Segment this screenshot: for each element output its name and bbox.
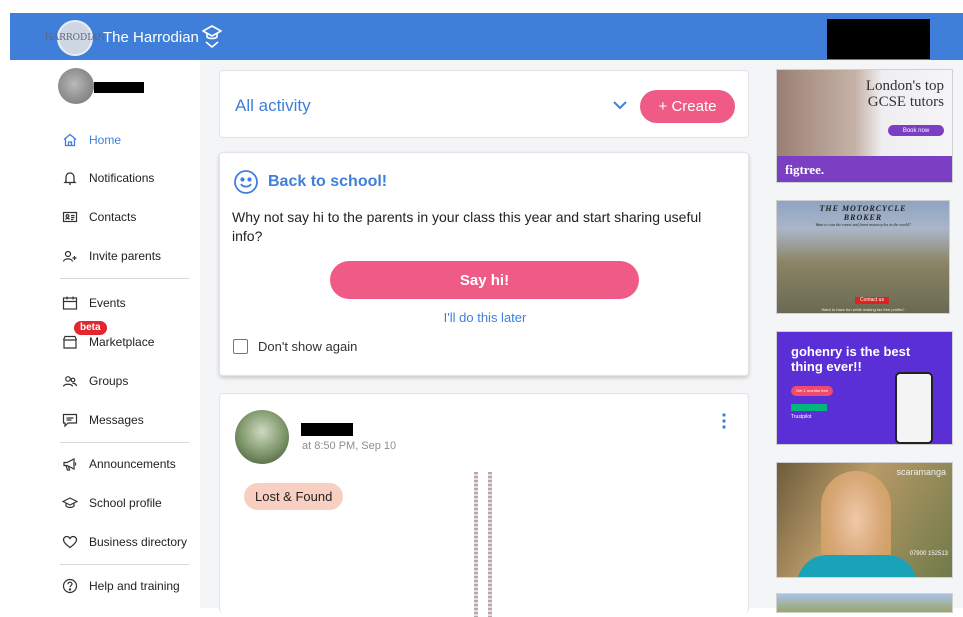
heart-icon bbox=[62, 535, 78, 549]
home-icon bbox=[63, 133, 77, 147]
sidebar-item-label: Marketplace bbox=[89, 335, 155, 349]
sidebar-item-announcements[interactable]: Announcements bbox=[62, 454, 176, 474]
ad-gohenry[interactable]: gohenry is the best thing ever!! Get 1 m… bbox=[776, 331, 953, 445]
say-hi-button[interactable]: Say hi! bbox=[330, 261, 639, 299]
activity-filter-card: All activity + Create bbox=[219, 70, 749, 138]
message-icon bbox=[62, 413, 78, 428]
help-icon bbox=[62, 578, 78, 594]
redacted-author-name[interactable] bbox=[301, 423, 353, 436]
post-timestamp: at 8:50 PM, Sep 10 bbox=[302, 440, 397, 452]
ad-photo-shirt bbox=[797, 555, 917, 577]
graduation-cap-icon bbox=[62, 497, 78, 509]
sidebar-item-label: Events bbox=[89, 296, 126, 310]
post-author-avatar[interactable] bbox=[235, 410, 289, 464]
ad-headline-text: THE MOTORCYCLE BROKER bbox=[819, 204, 907, 222]
ad-contact-badge: Contact us bbox=[855, 297, 889, 304]
ad-figtree[interactable]: London's top GCSE tutors Book now figtre… bbox=[776, 69, 953, 183]
sidebar-item-school-profile[interactable]: School profile bbox=[62, 493, 162, 513]
top-bar bbox=[0, 0, 963, 60]
sidebar-item-business-directory[interactable]: Business directory bbox=[62, 532, 187, 552]
post-image-necklace bbox=[488, 472, 492, 617]
sidebar-item-label: School profile bbox=[89, 496, 162, 510]
ad-footer-text: Want to have fun while making tax free p… bbox=[821, 307, 905, 312]
ad-headline: THE MOTORCYCLE BROKER Want to own the rar… bbox=[777, 204, 949, 227]
sidebar-item-label: Business directory bbox=[89, 535, 188, 549]
ad-cta-text: Get 1 months free bbox=[795, 388, 828, 393]
ad-phone-image bbox=[895, 372, 933, 444]
sidebar-item-home[interactable]: Home bbox=[62, 130, 121, 150]
sidebar-divider bbox=[60, 442, 189, 443]
add-user-icon bbox=[62, 250, 77, 262]
megaphone-icon bbox=[63, 458, 77, 471]
sidebar-divider bbox=[60, 278, 189, 279]
ad-subline: Want to own the rarest and finest motorc… bbox=[815, 222, 911, 227]
activity-filter-dropdown[interactable]: All activity bbox=[235, 96, 311, 116]
school-name[interactable]: The Harrodian bbox=[103, 29, 199, 46]
sidebar-item-label: Notifications bbox=[89, 171, 155, 185]
sidebar-item-events[interactable]: Events bbox=[62, 293, 126, 313]
dont-show-again[interactable]: Don't show again bbox=[233, 339, 357, 354]
calendar-icon bbox=[62, 296, 78, 310]
ad-book-button: Book now bbox=[888, 125, 944, 136]
sidebar-item-invite-parents[interactable]: Invite parents bbox=[62, 246, 161, 266]
sidebar-item-label: Groups bbox=[89, 374, 129, 388]
chevron-down-icon[interactable] bbox=[612, 99, 628, 111]
sidebar-item-label: Invite parents bbox=[89, 249, 162, 263]
bell-icon bbox=[63, 172, 77, 185]
sidebar-item-label: Home bbox=[89, 133, 122, 147]
ad-cta-pill: Get 1 months free bbox=[791, 386, 833, 396]
sidebar-divider bbox=[60, 564, 189, 565]
sidebar-item-groups[interactable]: Groups bbox=[62, 371, 128, 391]
ad-contact-badge-text: Contact us bbox=[860, 297, 884, 303]
sidebar-item-notifications[interactable]: Notifications bbox=[62, 168, 154, 188]
sidebar-item-messages[interactable]: Messages bbox=[62, 410, 144, 430]
contact-card-icon bbox=[62, 211, 78, 223]
ad-brand: scaramanga bbox=[896, 467, 946, 477]
smiley-icon bbox=[234, 170, 258, 194]
redacted-user-menu[interactable] bbox=[827, 19, 930, 59]
sidebar-item-label: Contacts bbox=[89, 210, 137, 224]
ad-headline: gohenry is the best thing ever!! bbox=[791, 344, 911, 374]
ad-headline: London's top GCSE tutors bbox=[865, 78, 944, 110]
school-logo[interactable]: HARRODIAN bbox=[45, 20, 105, 56]
sidebar-item-marketplace[interactable]: Marketplace bbox=[62, 332, 154, 352]
post-image-necklace bbox=[474, 472, 478, 617]
dont-show-label: Don't show again bbox=[258, 339, 358, 354]
ad-landscape[interactable] bbox=[776, 593, 953, 613]
graduation-cap-chevron-icon[interactable] bbox=[201, 24, 223, 52]
do-later-link-text[interactable]: I'll do this later bbox=[444, 310, 527, 325]
avatar[interactable] bbox=[58, 68, 94, 104]
ad-motorcycle-broker[interactable]: THE MOTORCYCLE BROKER Want to own the rar… bbox=[776, 200, 950, 314]
sidebar-item-help[interactable]: Help and training bbox=[62, 576, 180, 596]
school-logo-caption: HARRODIAN bbox=[44, 33, 106, 43]
card-title: Back to school! bbox=[268, 173, 388, 190]
card-text: Why not say hi to the parents in your cl… bbox=[232, 209, 702, 244]
more-options-icon[interactable] bbox=[720, 412, 728, 430]
post-card: at 8:50 PM, Sep 10 Lost & Found bbox=[219, 393, 749, 617]
ad-scaramanga[interactable]: scaramanga 07900 152513 bbox=[776, 462, 953, 578]
shop-icon bbox=[62, 335, 78, 349]
redacted-user-name bbox=[94, 82, 144, 93]
ad-brand: figtree. bbox=[785, 162, 825, 177]
dont-show-checkbox[interactable] bbox=[233, 339, 248, 354]
sidebar-item-contacts[interactable]: Contacts bbox=[62, 207, 136, 227]
back-to-school-card: Back to school! Why not say hi to the pa… bbox=[219, 152, 749, 376]
create-button[interactable]: + Create bbox=[640, 90, 735, 123]
do-later-link: I'll do this later bbox=[220, 310, 750, 325]
ad-rating-source: Trustpilot bbox=[791, 414, 812, 420]
trustpilot-stars bbox=[791, 404, 827, 411]
groups-icon bbox=[62, 376, 78, 387]
sidebar-item-label: Announcements bbox=[89, 457, 176, 471]
post-category-tag[interactable]: Lost & Found bbox=[244, 483, 344, 510]
ad-phone: 07900 152513 bbox=[909, 551, 948, 557]
sidebar-item-label: Messages bbox=[89, 413, 144, 427]
sidebar-item-label: Help and training bbox=[89, 579, 180, 593]
